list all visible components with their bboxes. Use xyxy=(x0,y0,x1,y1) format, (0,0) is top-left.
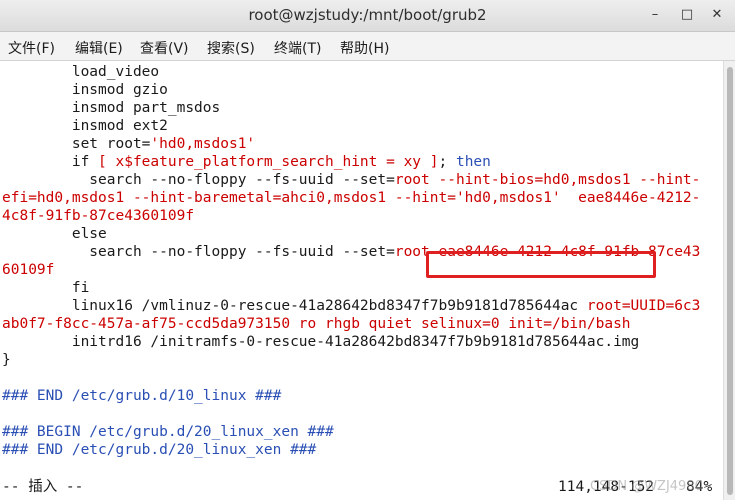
terminal-line: insmod gzio xyxy=(2,81,168,99)
scrollbar[interactable] xyxy=(723,61,735,500)
window-title: root@wzjstudy:/mnt/boot/grub2 xyxy=(248,6,487,24)
terminal-text-segment: if xyxy=(2,154,99,170)
terminal-text-segment: fi xyxy=(2,280,90,296)
close-icon[interactable]: ✕ xyxy=(708,6,726,24)
menu-view[interactable]: 查看(V) xyxy=(140,38,189,58)
menu-edit[interactable]: 编辑(E) xyxy=(75,38,123,58)
terminal-line: insmod part_msdos xyxy=(2,99,220,117)
highlight-box xyxy=(426,251,656,278)
terminal-text-segment: 60109f xyxy=(2,262,55,278)
terminal-line: ### END /etc/grub.d/10_linux ### xyxy=(2,387,281,405)
terminal-line: 4c8f-91fb-87ce4360109f xyxy=(2,207,194,225)
terminal-text-segment: ### END /etc/grub.d/10_linux ### xyxy=(2,388,282,404)
terminal-text-segment: initrd16 /initramfs-0-rescue-41a28642bd8… xyxy=(2,334,640,350)
menu-search[interactable]: 搜索(S) xyxy=(207,38,255,58)
minimize-icon[interactable]: – xyxy=(646,6,664,24)
terminal-line: efi=hd0,msdos1 --hint-baremetal=ahci0,ms… xyxy=(2,189,700,207)
terminal-text-segment: } xyxy=(2,352,11,368)
menu-help[interactable]: 帮助(H) xyxy=(340,38,389,58)
menu-file[interactable]: 文件(F) xyxy=(8,38,55,58)
terminal-line: fi xyxy=(2,279,89,297)
terminal-text-segment: insmod gzio xyxy=(2,82,168,98)
menu-terminal[interactable]: 终端(T) xyxy=(274,38,321,58)
terminal-window: root@wzjstudy:/mnt/boot/grub2 – □ ✕ 文件(F… xyxy=(0,0,735,500)
terminal-text-segment: efi=hd0,msdos1 --hint-baremetal=ahci0,ms… xyxy=(2,190,701,206)
terminal-text-segment: linux16 /vmlinuz-0-rescue-41a28642bd8347… xyxy=(2,298,587,314)
terminal-line: ### END /etc/grub.d/20_linux_xen ### xyxy=(2,441,316,459)
terminal-line: ### BEGIN /etc/grub.d/20_linux_xen ### xyxy=(2,423,334,441)
terminal-text-segment: 4c8f-91fb-87ce4360109f xyxy=(2,208,195,224)
terminal-line: load_video xyxy=(2,63,159,81)
watermark-text: CSDN @WZJ4980 xyxy=(590,479,703,494)
terminal-text-segment: root --hint-bios=hd0,msdos1 --hint- xyxy=(394,172,701,188)
maximize-icon[interactable]: □ xyxy=(678,6,696,24)
terminal-text-segment: root=UUID=6c3 xyxy=(586,298,701,314)
terminal-text-segment: insmod ext2 xyxy=(2,118,168,134)
terminal-line: linux16 /vmlinuz-0-rescue-41a28642bd8347… xyxy=(2,297,701,315)
terminal-line: else xyxy=(2,225,107,243)
terminal-text-segment: ### BEGIN /etc/grub.d/20_linux_xen ### xyxy=(2,424,334,440)
terminal-line: initrd16 /initramfs-0-rescue-41a28642bd8… xyxy=(2,333,639,351)
terminal-line: 60109f xyxy=(2,261,54,279)
terminal-text-segment: ab0f7-f8cc-457a-af75-ccd5da973150 ro rhg… xyxy=(2,316,631,332)
terminal-text-segment: then xyxy=(455,154,491,170)
terminal-text-segment: load_video xyxy=(2,64,160,80)
terminal-text-segment: search --no-floppy --fs-uuid --set= xyxy=(2,172,395,188)
terminal-text-segment: ### END /etc/grub.d/20_linux_xen ### xyxy=(2,442,317,458)
terminal-text-segment: insmod part_msdos xyxy=(2,100,221,116)
terminal-line: search --no-floppy --fs-uuid --set=root … xyxy=(2,171,700,189)
terminal-text-segment: set root= xyxy=(2,136,151,152)
menu-bar: 文件(F) 编辑(E) 查看(V) 搜索(S) 终端(T) 帮助(H) xyxy=(0,32,735,61)
terminal-text-segment: [ x$feature_platform_search_hint = xy ] xyxy=(98,154,439,170)
title-bar: root@wzjstudy:/mnt/boot/grub2 – □ ✕ xyxy=(0,0,735,32)
terminal-text-area[interactable]: load_video insmod gzio insmod part_msdos… xyxy=(0,61,723,500)
terminal-line: if [ x$feature_platform_search_hint = xy… xyxy=(2,153,491,171)
terminal-line: ab0f7-f8cc-457a-af75-ccd5da973150 ro rhg… xyxy=(2,315,631,333)
terminal-line: } xyxy=(2,351,11,369)
terminal-text-segment: ; xyxy=(438,154,456,170)
terminal-text-segment: search --no-floppy --fs-uuid --set= xyxy=(2,244,395,260)
terminal-line: set root='hd0,msdos1' xyxy=(2,135,255,153)
terminal-text-segment: else xyxy=(2,226,107,242)
terminal-line: insmod ext2 xyxy=(2,117,168,135)
scrollbar-thumb[interactable] xyxy=(727,67,733,495)
terminal-text-segment: 'hd0,msdos1' xyxy=(150,136,256,152)
